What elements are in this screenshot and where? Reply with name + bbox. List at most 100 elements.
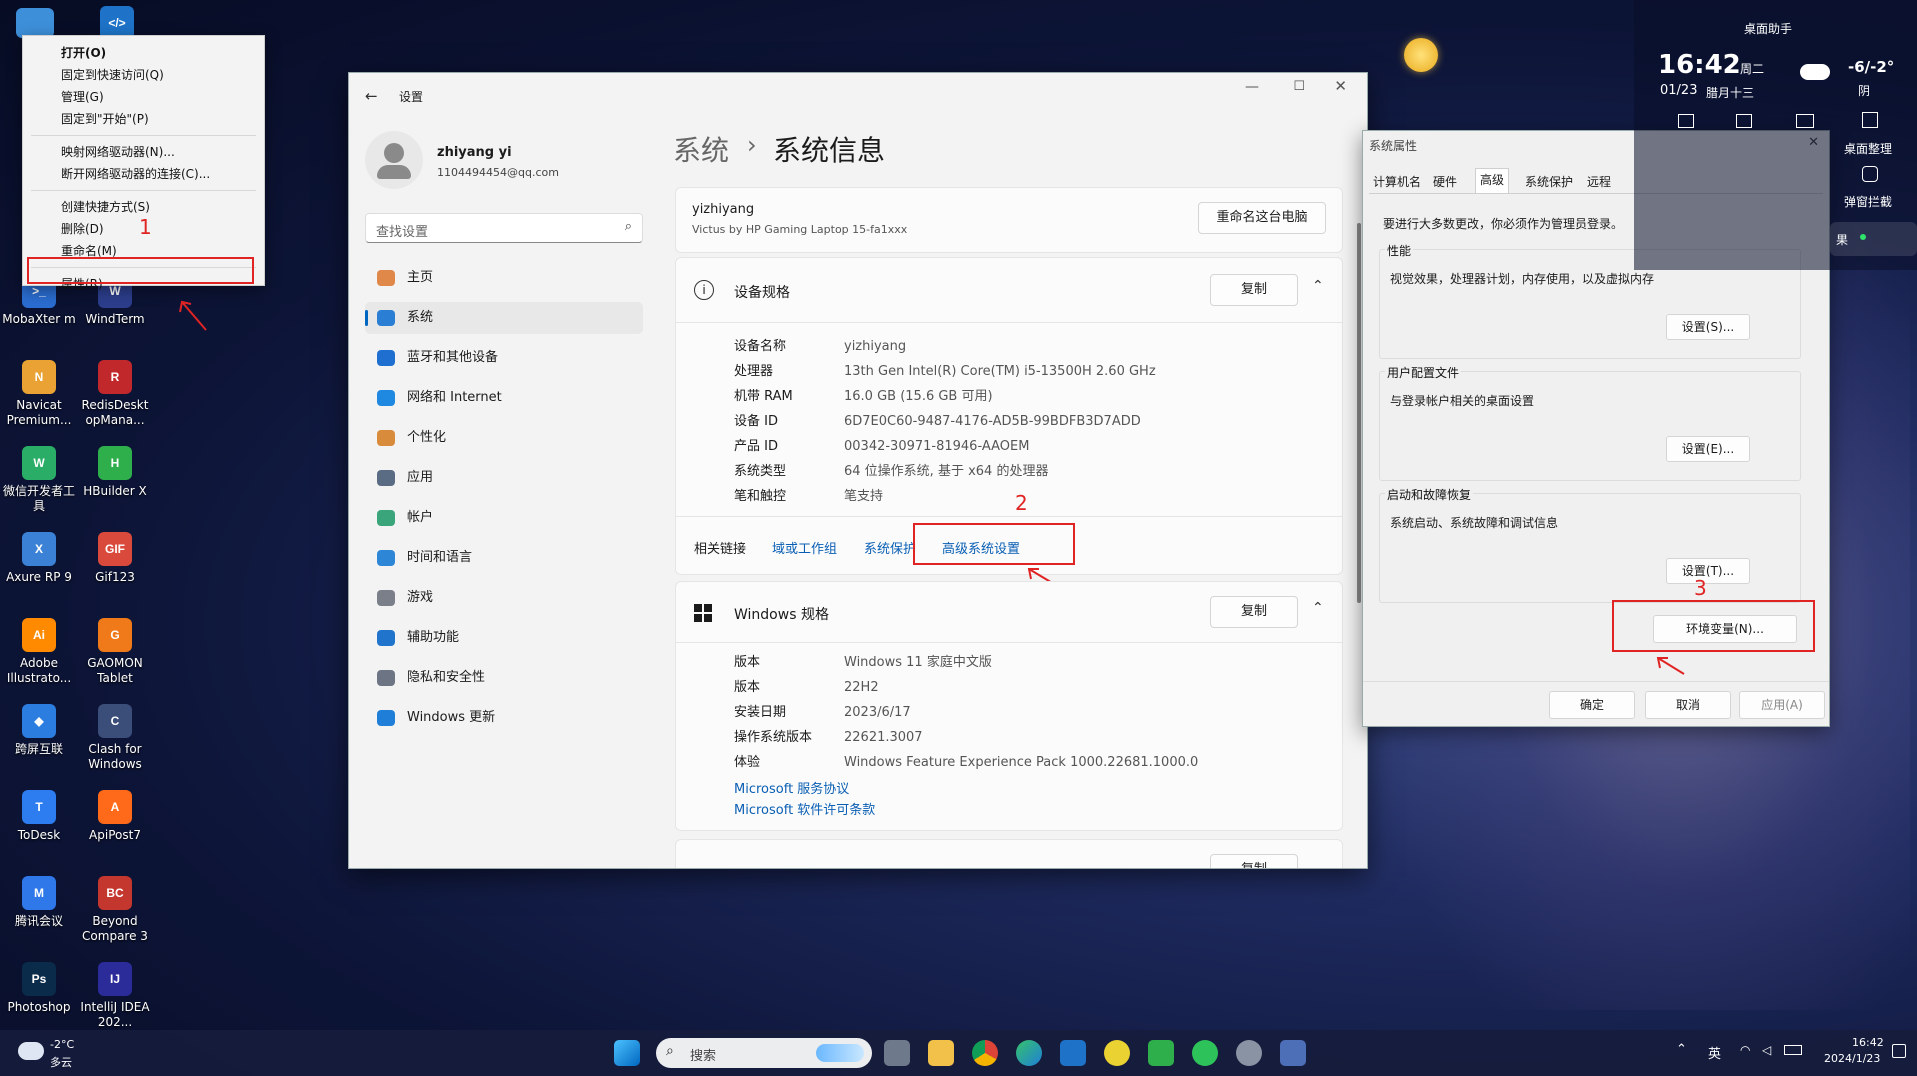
context-menu-item[interactable]: 映射网络驱动器(N)...	[23, 141, 264, 163]
nav-item[interactable]: 辅助功能	[365, 622, 643, 654]
user-profile-title: 用户配置文件	[1385, 364, 1462, 381]
input-language[interactable]: 英	[1708, 1043, 1721, 1062]
desktop-icon[interactable]: ◆ 跨屏互联	[0, 704, 78, 757]
minimize-icon[interactable]: —	[1245, 79, 1259, 95]
wifi-icon[interactable]: ◠	[1740, 1043, 1750, 1057]
tab[interactable]: 系统保护	[1521, 171, 1577, 193]
desktop-icon[interactable]: C Clash for Windows	[76, 704, 154, 772]
image-icon[interactable]	[1796, 114, 1814, 128]
user-profile-group: 与登录帐户相关的桌面设置 设置(E)...	[1379, 371, 1801, 481]
widget-status-pill[interactable]: 果	[1830, 222, 1917, 256]
scrollbar[interactable]	[1357, 223, 1361, 603]
context-menu-item[interactable]: 断开网络驱动器的连接(C)...	[23, 163, 264, 185]
maximize-icon[interactable]: ☐	[1293, 79, 1305, 94]
link-ms-service-agreement[interactable]: Microsoft 服务协议	[734, 778, 849, 797]
desktop-icon[interactable]: N Navicat Premium...	[0, 360, 78, 428]
copy-button[interactable]: 复制	[1210, 854, 1298, 868]
spec-row: 版本 Windows 11 家庭中文版	[734, 652, 992, 674]
nav-item[interactable]: 隐私和安全性	[365, 662, 643, 694]
nav-item[interactable]: 系统	[365, 302, 643, 334]
desktop-icon[interactable]: W 微信开发者工具	[0, 446, 78, 514]
spec-value: 22H2	[844, 680, 879, 695]
nav-item-label: 网络和 Internet	[407, 390, 502, 405]
copy-windows-spec-button[interactable]: 复制	[1210, 596, 1298, 628]
nav-item[interactable]: 个性化	[365, 422, 643, 454]
battery-icon[interactable]	[1784, 1045, 1802, 1055]
nav-item[interactable]: 应用	[365, 462, 643, 494]
link-ms-license-terms[interactable]: Microsoft 软件许可条款	[734, 799, 875, 818]
startup-recovery-settings-button[interactable]: 设置(T)...	[1666, 558, 1750, 584]
calendar-grid-icon[interactable]	[1678, 114, 1694, 128]
nav-item[interactable]: 游戏	[365, 582, 643, 614]
desktop-organize-icon[interactable]	[1862, 112, 1878, 128]
desktop-icon[interactable]: Ps Photoshop	[0, 962, 78, 1015]
tool-popup-block[interactable]: 弹窗拦截	[1844, 193, 1892, 210]
start-windows-icon[interactable]	[614, 1040, 640, 1066]
performance-settings-button[interactable]: 设置(S)...	[1666, 314, 1750, 340]
tool-desktop-organize[interactable]: 桌面整理	[1844, 140, 1892, 157]
chrome-icon[interactable]	[972, 1040, 998, 1066]
desktop-icon[interactable]: G GAOMON Tablet	[76, 618, 154, 686]
tab[interactable]: 计算机名	[1369, 171, 1425, 193]
taskbar-search[interactable]: ⌕ 搜索	[656, 1038, 872, 1068]
notification-icon[interactable]	[1892, 1044, 1906, 1058]
taskbar-clock-date[interactable]: 2024/1/23	[1824, 1052, 1880, 1065]
vscode-icon[interactable]	[1060, 1040, 1086, 1066]
desktop-icon[interactable]: BC Beyond Compare 3	[76, 876, 154, 944]
tab[interactable]: 远程	[1583, 171, 1615, 193]
desktop-icon[interactable]: M 腾讯会议	[0, 876, 78, 929]
settings-gear-icon[interactable]	[1236, 1040, 1262, 1066]
desktop-icon[interactable]: IJ IntelliJ IDEA 202...	[76, 962, 154, 1030]
popup-block-icon[interactable]	[1862, 166, 1878, 182]
file-explorer-icon[interactable]	[928, 1040, 954, 1066]
desktop-icon[interactable]: R RedisDeskt opMana...	[76, 360, 154, 428]
tab[interactable]: 硬件	[1429, 171, 1461, 193]
context-menu-item[interactable]: 管理(G)	[23, 86, 264, 108]
tab[interactable]: 高级	[1475, 168, 1510, 193]
cancel-button[interactable]: 取消	[1645, 691, 1731, 719]
desktop-icon[interactable]: X Axure RP 9	[0, 532, 78, 585]
context-menu-item[interactable]: 固定到"开始"(P)	[23, 108, 264, 130]
weather-cloud-icon[interactable]	[18, 1042, 44, 1060]
tray-chevron-icon[interactable]: ⌃	[1676, 1042, 1687, 1057]
ok-button[interactable]: 确定	[1549, 691, 1635, 719]
nav-item[interactable]: 帐户	[365, 502, 643, 534]
back-arrow-icon[interactable]: ←	[365, 87, 378, 105]
nav-item[interactable]: 蓝牙和其他设备	[365, 342, 643, 374]
link-domain-workgroup[interactable]: 域或工作组	[772, 538, 837, 557]
rename-pc-button[interactable]: 重命名这台电脑	[1198, 202, 1326, 234]
desktop-icon[interactable]: GIF Gif123	[76, 532, 154, 585]
user-email: 1104494454@qq.com	[437, 166, 559, 179]
desktop-icon[interactable]: H HBuilder X	[76, 446, 154, 499]
nav-item[interactable]: 时间和语言	[365, 542, 643, 574]
context-menu-item[interactable]: 打开(O)	[23, 42, 264, 64]
nav-item[interactable]: 网络和 Internet	[365, 382, 643, 414]
remote-desktop-icon[interactable]	[1280, 1040, 1306, 1066]
desktop-icon[interactable]: T ToDesk	[0, 790, 78, 843]
nav-item[interactable]: 主页	[365, 262, 643, 294]
breadcrumb-parent[interactable]: 系统	[673, 129, 729, 169]
wechat-icon[interactable]	[1192, 1040, 1218, 1066]
calendar-check-icon[interactable]	[1736, 114, 1752, 128]
app-icon[interactable]	[1104, 1040, 1130, 1066]
context-menu-item[interactable]: 固定到快速访问(Q)	[23, 64, 264, 86]
desktop-icon[interactable]: A ApiPost7	[76, 790, 154, 843]
spec-row: 操作系统版本 22621.3007	[734, 727, 923, 749]
task-view-icon[interactable]	[884, 1040, 910, 1066]
avatar[interactable]	[365, 131, 423, 189]
hbuilder-icon[interactable]	[1148, 1040, 1174, 1066]
taskbar-clock-time[interactable]: 16:42	[1852, 1036, 1884, 1049]
link-system-protection[interactable]: 系统保护	[864, 538, 916, 557]
close-icon[interactable]: ✕	[1334, 77, 1347, 95]
desktop-icon[interactable]: Ai Adobe Illustrato...	[0, 618, 78, 686]
volume-icon[interactable]: ◁	[1762, 1043, 1771, 1057]
copy-device-spec-button[interactable]: 复制	[1210, 274, 1298, 306]
desktop-icon-label: Beyond Compare 3	[82, 914, 148, 943]
chevron-up-icon[interactable]: ⌃	[1312, 600, 1324, 616]
edge-icon[interactable]	[1016, 1040, 1042, 1066]
nav-item[interactable]: Windows 更新	[365, 702, 643, 734]
apply-button[interactable]: 应用(A)	[1739, 691, 1825, 719]
chevron-up-icon[interactable]: ⌃	[1312, 278, 1324, 294]
user-profile-settings-button[interactable]: 设置(E)...	[1666, 436, 1750, 462]
search-input[interactable]: 查找设置 ⌕	[365, 213, 643, 243]
